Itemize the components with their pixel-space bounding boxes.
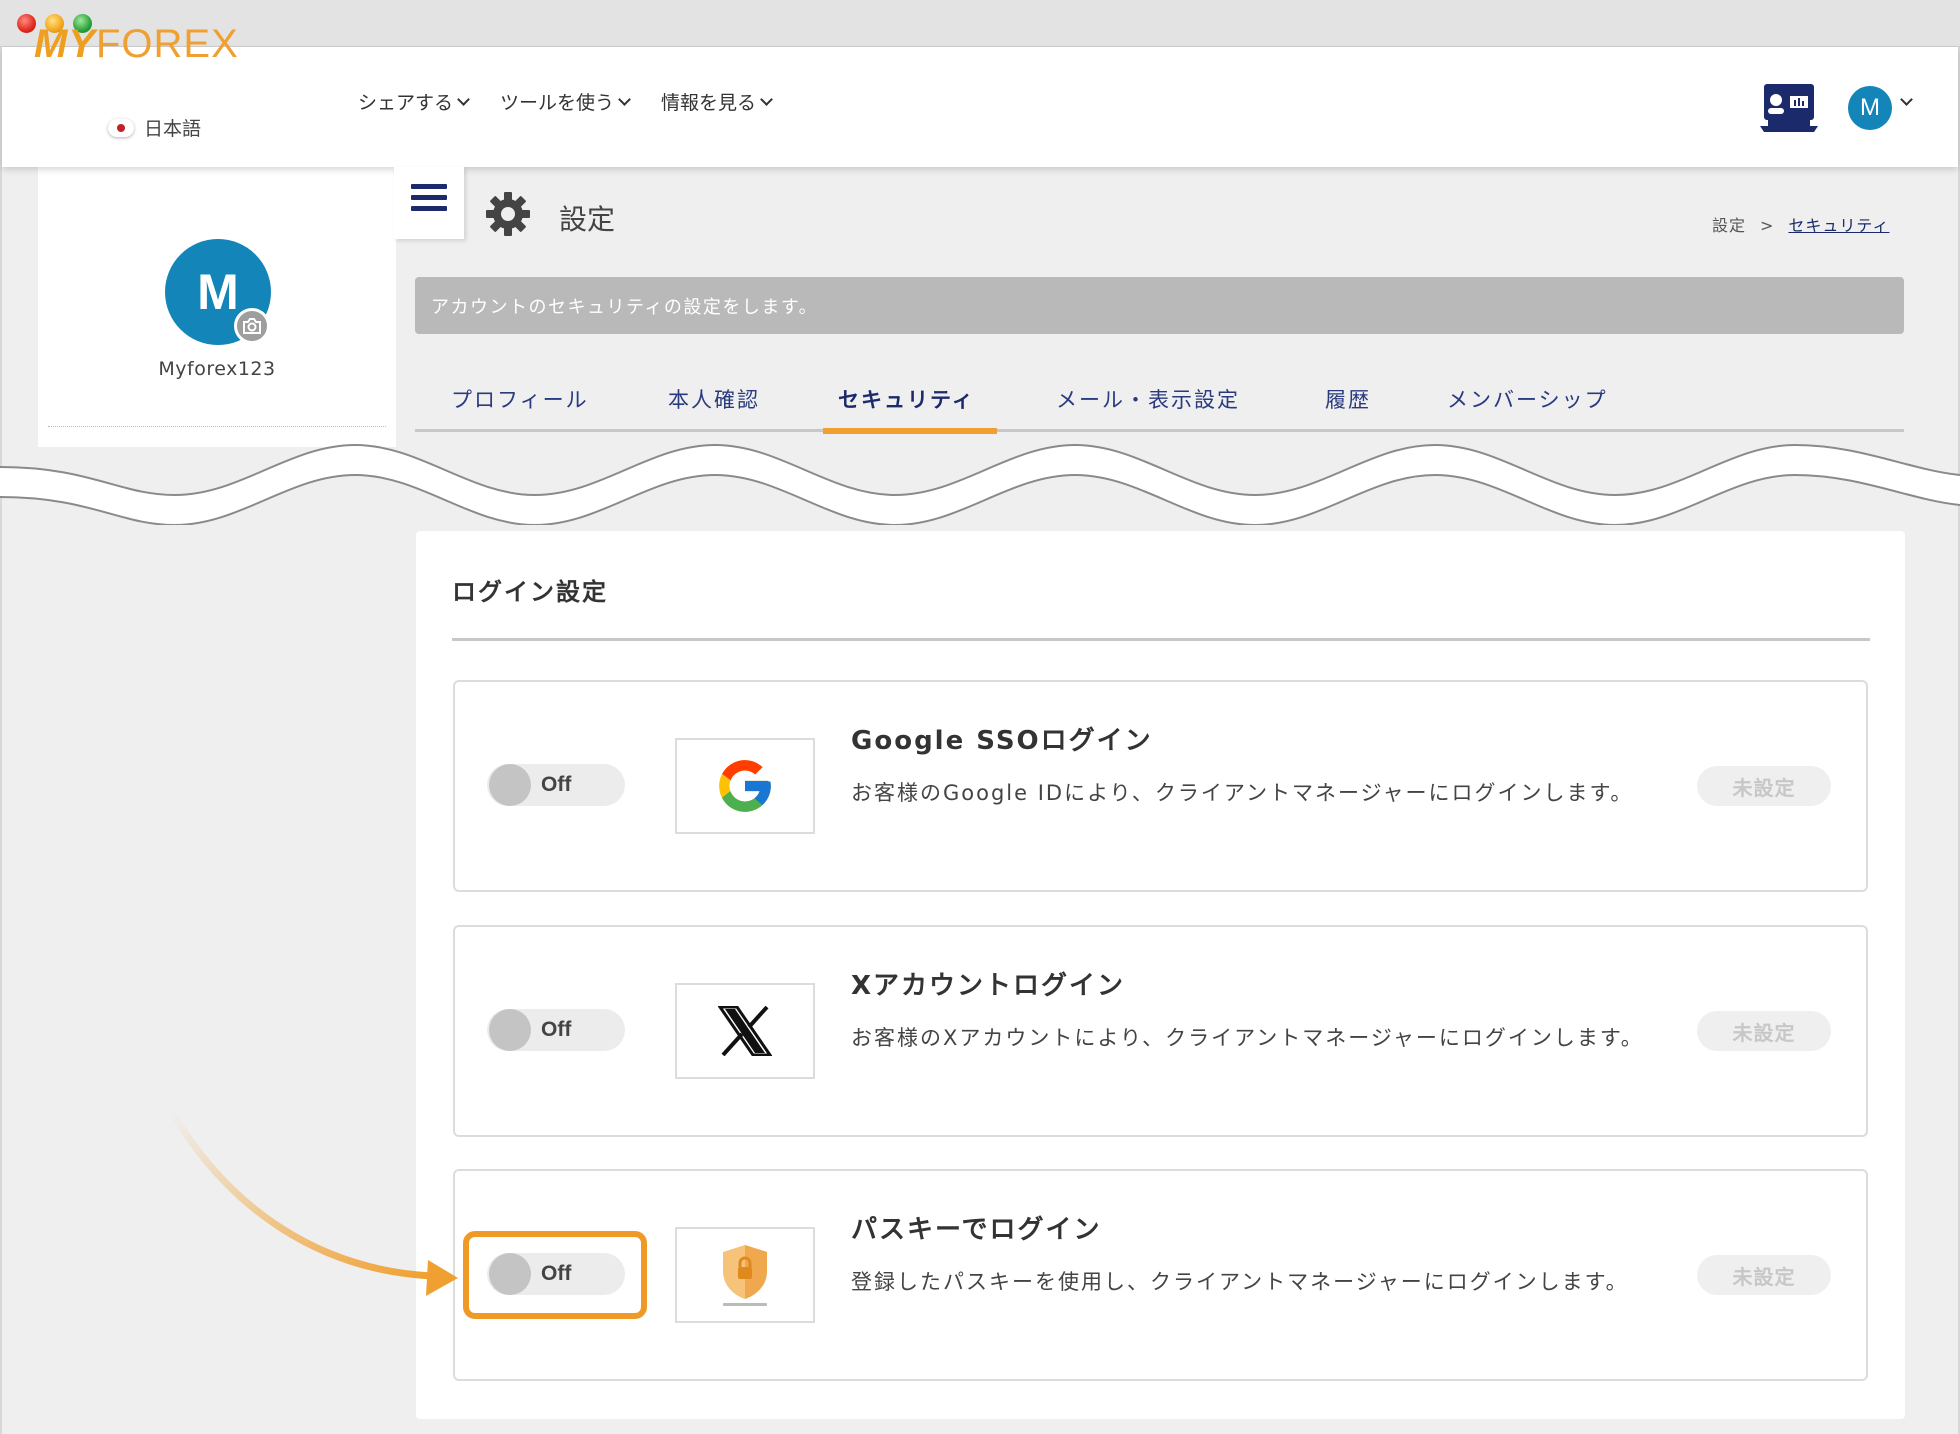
chevron-down-icon [618, 93, 631, 106]
info-bar: アカウントのセキュリティの設定をします。 [415, 277, 1904, 334]
section-title: ログイン設定 [452, 578, 608, 606]
gear-icon [486, 192, 530, 236]
status-badge: 未設定 [1697, 1011, 1831, 1051]
logo-forex: FOREX [96, 22, 239, 66]
login-option-title: Xアカウントログイン [851, 971, 1126, 1001]
hamburger-menu-button[interactable] [394, 167, 464, 239]
nav-share-label: シェアする [358, 92, 454, 114]
window-titlebar [0, 0, 1960, 47]
login-option-title: Google SSOログイン [851, 726, 1153, 756]
toggle-knob [489, 1009, 531, 1051]
section-divider [452, 638, 1870, 641]
settings-tabs: プロフィール 本人確認 セキュリティ メール・表示設定 履歴 メンバーシップ [415, 378, 1904, 434]
top-header [2, 47, 1958, 167]
login-option-description: 登録したパスキーを使用し、クライアントマネージャーにログインします。 [851, 1270, 1629, 1294]
breadcrumb-current[interactable]: セキュリティ [1788, 216, 1889, 235]
menu-bar [411, 183, 447, 189]
login-option-passkey: Off パスキーでログイン 登録したパスキーを使用し、クライアントマネージャーに… [453, 1169, 1868, 1381]
chevron-down-icon [457, 93, 470, 106]
x-logo-icon [675, 983, 815, 1079]
passkey-shield-icon [675, 1227, 815, 1323]
main-nav: シェアする ツールを使う 情報を見る [358, 88, 773, 115]
camera-icon[interactable] [234, 308, 270, 344]
tab-mail-display[interactable]: メール・表示設定 [1056, 384, 1240, 414]
google-sso-toggle[interactable]: Off [487, 764, 625, 806]
status-badge: 未設定 [1697, 766, 1831, 806]
breadcrumb: 設定 > セキュリティ [1712, 212, 1889, 236]
tab-history[interactable]: 履歴 [1325, 384, 1371, 414]
login-option-x: Off Xアカウントログイン お客様のXアカウントにより、クライアントマネージャ… [453, 925, 1868, 1137]
tab-profile[interactable]: プロフィール [451, 384, 589, 414]
status-badge: 未設定 [1697, 1255, 1831, 1295]
pointer-arrow-icon [168, 1108, 458, 1296]
menu-bar [411, 205, 447, 211]
tab-membership[interactable]: メンバーシップ [1447, 384, 1608, 414]
tab-security[interactable]: セキュリティ [838, 384, 975, 414]
tab-identity[interactable]: 本人確認 [668, 384, 760, 414]
japan-flag-icon [108, 118, 134, 137]
logo-my: MY [34, 22, 96, 66]
page-title: 設定 [559, 203, 616, 236]
google-logo-icon [675, 738, 815, 834]
toggle-label: Off [541, 1018, 572, 1041]
sidebar-username: Myforex123 [158, 358, 276, 380]
login-option-description: お客様のGoogle IDにより、クライアントマネージャーにログインします。 [851, 781, 1634, 805]
toggle-knob [489, 764, 531, 806]
nav-tools-label: ツールを使う [500, 92, 615, 114]
nav-info-label: 情報を見る [661, 92, 757, 114]
nav-share[interactable]: シェアする [358, 88, 470, 115]
menu-bar [411, 194, 447, 200]
login-option-title: パスキーでログイン [851, 1215, 1102, 1245]
nav-info[interactable]: 情報を見る [661, 88, 773, 115]
login-option-description: お客様のXアカウントにより、クライアントマネージャーにログインします。 [851, 1026, 1644, 1050]
chevron-down-icon [760, 93, 773, 106]
language-selector[interactable]: 日本語 [108, 114, 201, 141]
myforex-logo[interactable]: MYFOREX [34, 22, 239, 67]
breadcrumb-root[interactable]: 設定 [1712, 216, 1746, 235]
nav-tools[interactable]: ツールを使う [500, 88, 631, 115]
trading-monitor-icon[interactable] [1758, 82, 1820, 134]
toggle-label: Off [541, 773, 572, 796]
x-account-toggle[interactable]: Off [487, 1009, 625, 1051]
login-option-google: Off Google SSOログイン お客様のGoogle IDにより、クライア… [453, 680, 1868, 892]
language-label: 日本語 [144, 118, 202, 140]
breadcrumb-separator: > [1760, 216, 1775, 235]
user-avatar[interactable]: M [1848, 86, 1892, 130]
torn-page-divider [0, 443, 1960, 525]
passkey-toggle-highlight [463, 1231, 647, 1319]
